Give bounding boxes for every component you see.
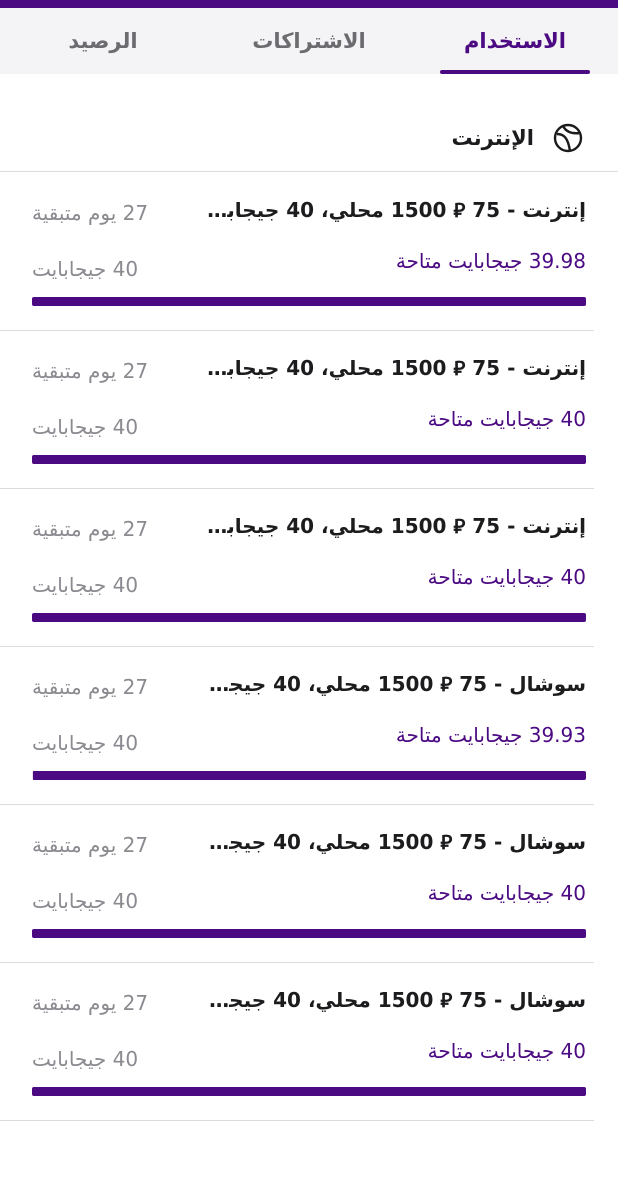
plan-list: إنترنت - 75 ⃁ 1500 محلي، 40 جيجابايت 39.… (0, 173, 618, 1121)
plan-quota: 40 جيجابايت (32, 1047, 139, 1071)
plan-card[interactable]: إنترنت - 75 ⃁ 1500 محلي، 40 جيجابايت 40 … (0, 331, 594, 489)
tab-balance[interactable]: الرصيد (0, 8, 206, 74)
usage-progress-bar (32, 771, 586, 780)
usage-progress-fill (32, 455, 586, 464)
plan-available: 40 جيجابايت متاحة (427, 881, 586, 905)
plan-card[interactable]: سوشال - 75 ⃁ 1500 محلي، 40 جيجابايت 40 ج… (0, 805, 594, 963)
plan-quota: 40 جيجابايت (32, 257, 139, 281)
plan-card[interactable]: إنترنت - 75 ⃁ 1500 محلي، 40 جيجابايت 40 … (0, 489, 594, 647)
plan-days-remaining: 27 يوم متبقية (32, 833, 149, 857)
usage-tabs: الاستخدام الاشتراكات الرصيد (0, 8, 618, 74)
usage-progress-bar (32, 929, 586, 938)
plan-name: إنترنت - 75 ⃁ 1500 محلي، 40 جيجابايت (206, 198, 586, 222)
usage-progress-bar (32, 613, 586, 622)
top-accent-bar (0, 0, 618, 8)
tab-subscriptions-label: الاشتراكات (252, 29, 366, 53)
section-title: الإنترنت (451, 125, 534, 150)
usage-progress-fill (32, 929, 586, 938)
plan-card[interactable]: سوشال - 75 ⃁ 1500 محلي، 40 جيجابايت 40 ج… (0, 963, 594, 1121)
internet-section-header: الإنترنت (0, 74, 618, 172)
plan-quota: 40 جيجابايت (32, 731, 139, 755)
plan-name: سوشال - 75 ⃁ 1500 محلي، 40 جيجابايت (206, 830, 586, 854)
plan-card[interactable]: إنترنت - 75 ⃁ 1500 محلي، 40 جيجابايت 39.… (0, 173, 594, 331)
usage-progress-fill (32, 1087, 586, 1096)
plan-days-remaining: 27 يوم متبقية (32, 675, 149, 699)
plan-days-remaining: 27 يوم متبقية (32, 201, 149, 225)
plan-quota: 40 جيجابايت (32, 889, 139, 913)
plan-available: 40 جيجابايت متاحة (427, 407, 586, 431)
globe-icon (552, 122, 584, 154)
plan-name: سوشال - 75 ⃁ 1500 محلي، 40 جيجابايت (206, 672, 586, 696)
plan-days-remaining: 27 يوم متبقية (32, 359, 149, 383)
plan-name: سوشال - 75 ⃁ 1500 محلي، 40 جيجابايت (206, 988, 586, 1012)
tab-usage[interactable]: الاستخدام (412, 8, 618, 74)
usage-progress-bar (32, 1087, 586, 1096)
plan-available: 39.93 جيجابايت متاحة (395, 723, 586, 747)
plan-quota: 40 جيجابايت (32, 573, 139, 597)
usage-progress-fill (32, 297, 586, 306)
usage-progress-fill (33, 771, 586, 780)
tab-balance-label: الرصيد (68, 29, 138, 53)
plan-available: 40 جيجابايت متاحة (427, 1039, 586, 1063)
plan-name: إنترنت - 75 ⃁ 1500 محلي، 40 جيجابايت (206, 514, 586, 538)
plan-days-remaining: 27 يوم متبقية (32, 517, 149, 541)
tab-subscriptions[interactable]: الاشتراكات (206, 8, 412, 74)
usage-progress-bar (32, 297, 586, 306)
plan-available: 40 جيجابايت متاحة (427, 565, 586, 589)
plan-available: 39.98 جيجابايت متاحة (395, 249, 586, 273)
usage-progress-fill (32, 613, 586, 622)
plan-quota: 40 جيجابايت (32, 415, 139, 439)
usage-progress-bar (32, 455, 586, 464)
plan-card[interactable]: سوشال - 75 ⃁ 1500 محلي، 40 جيجابايت 39.9… (0, 647, 594, 805)
tab-usage-label: الاستخدام (464, 29, 566, 53)
plan-days-remaining: 27 يوم متبقية (32, 991, 149, 1015)
plan-name: إنترنت - 75 ⃁ 1500 محلي، 40 جيجابايت (206, 356, 586, 380)
